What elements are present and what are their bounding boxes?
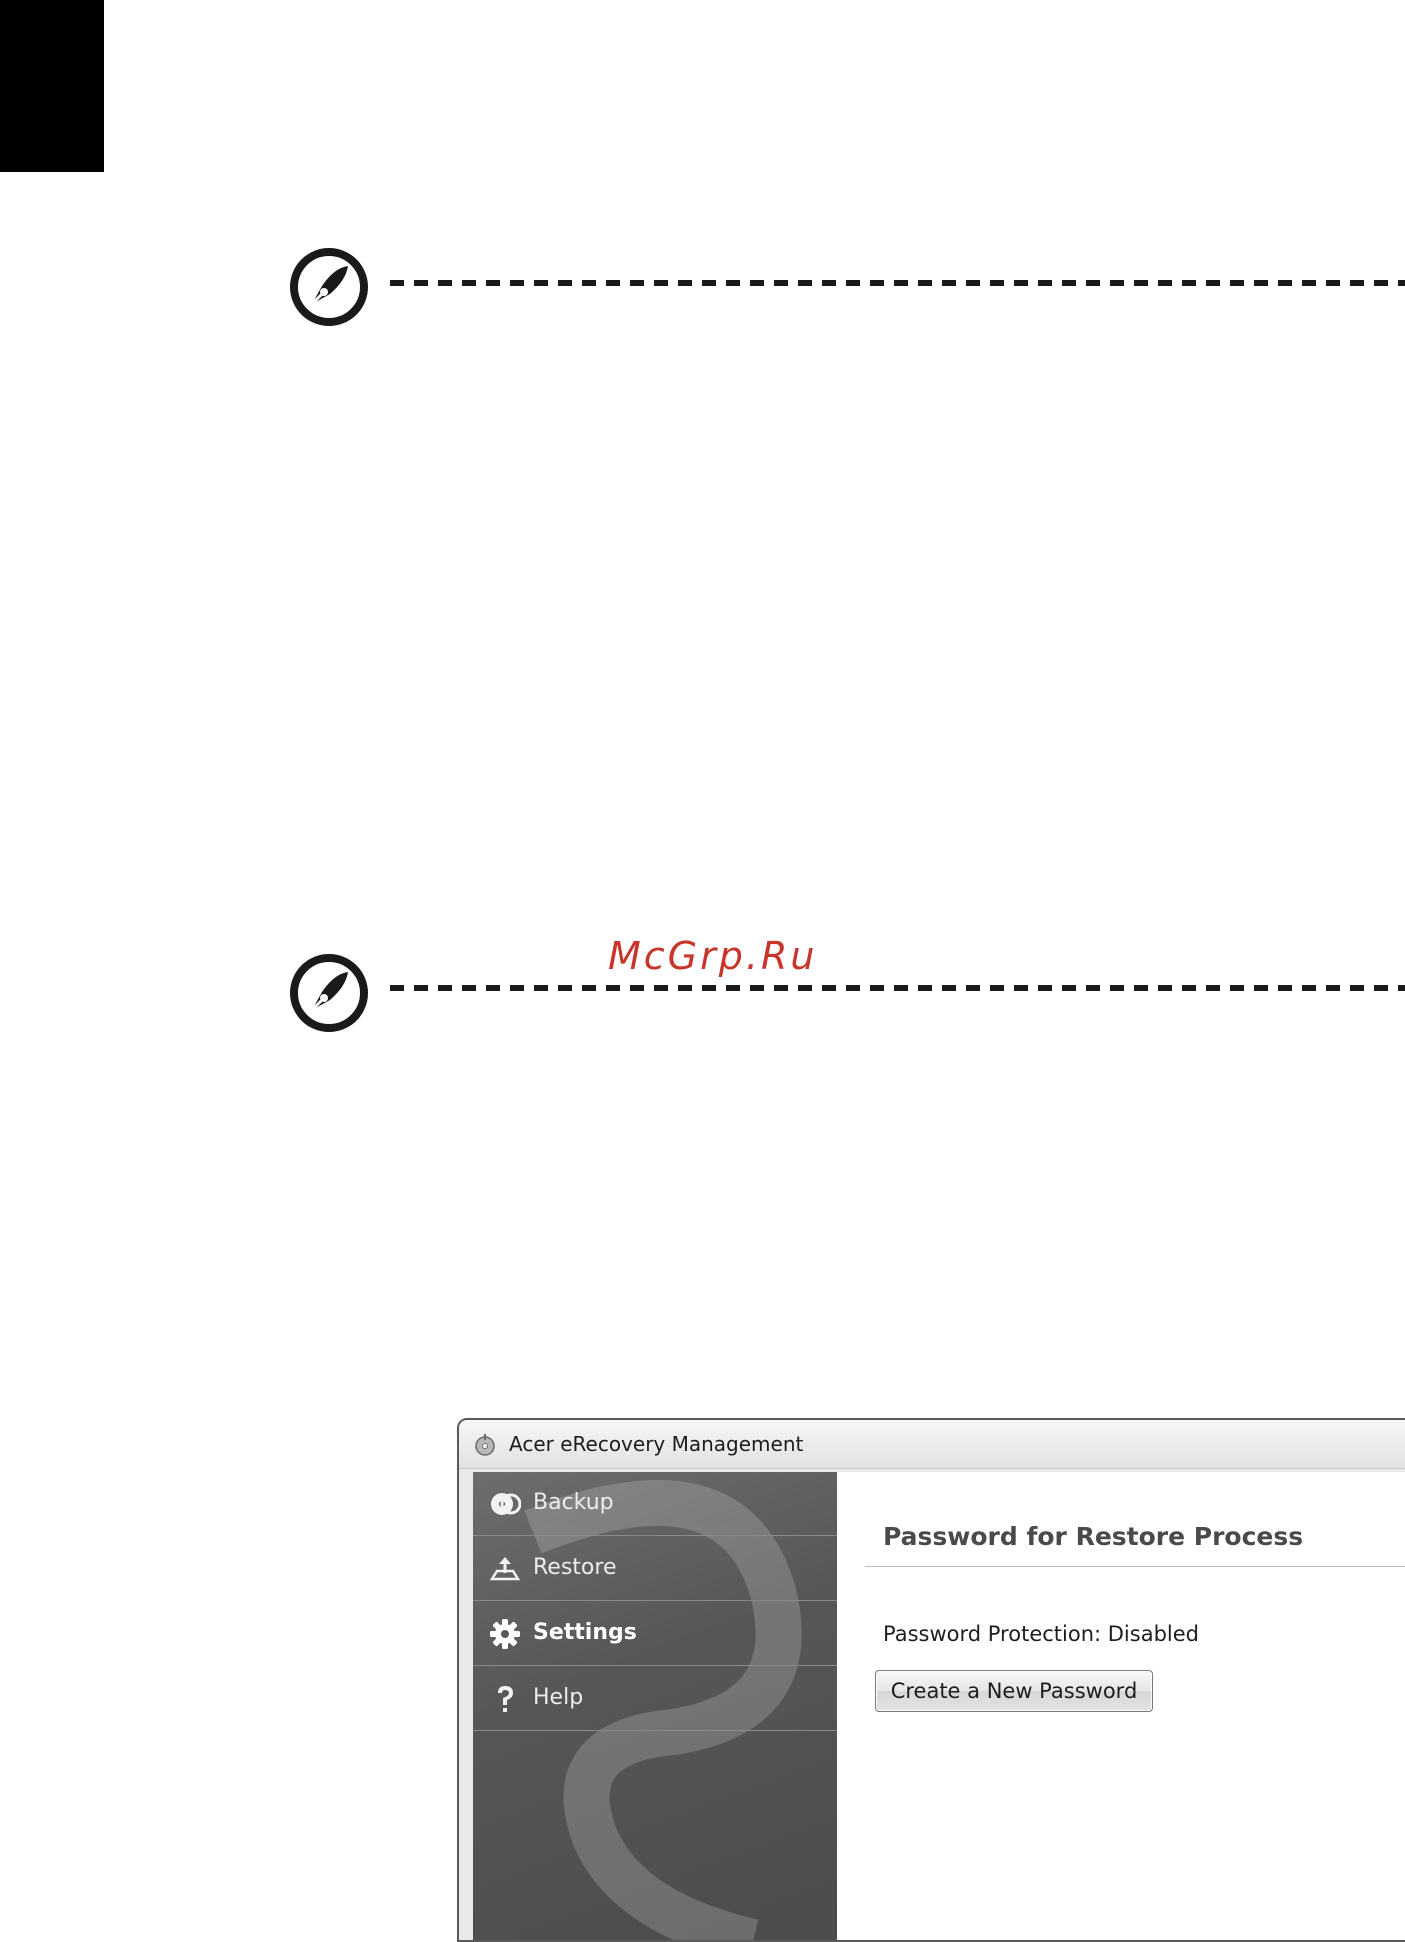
sidebar-item-help[interactable]: Help — [473, 1667, 837, 1731]
note-pen-icon — [288, 952, 370, 1034]
password-status-text: Password Protection: Disabled — [883, 1622, 1199, 1646]
sidebar-item-label: Help — [533, 1685, 584, 1710]
app-disc-icon — [473, 1432, 497, 1456]
erecovery-window: Acer eRecovery Management Backup Restore… — [457, 1418, 1405, 1942]
chapter-tab-marker — [0, 0, 104, 172]
sidebar-item-label: Backup — [533, 1490, 614, 1515]
window-title: Acer eRecovery Management — [509, 1432, 804, 1456]
backup-disc-icon — [489, 1488, 521, 1520]
sidebar-nav: Backup Restore Settings Help — [473, 1472, 837, 1940]
note-divider-rule — [390, 985, 1405, 991]
watermark-text: McGrp.Ru — [608, 934, 818, 978]
create-new-password-button[interactable]: Create a New Password — [875, 1670, 1153, 1712]
question-icon — [489, 1683, 521, 1715]
settings-content-panel: Password for Restore Process Password Pr… — [837, 1472, 1405, 1940]
section-title: Password for Restore Process — [883, 1522, 1304, 1551]
section-divider — [865, 1566, 1405, 1567]
sidebar-item-label: Restore — [533, 1555, 617, 1580]
sidebar-item-backup[interactable]: Backup — [473, 1472, 837, 1536]
restore-icon — [489, 1553, 521, 1585]
sidebar-item-restore[interactable]: Restore — [473, 1537, 837, 1601]
gear-icon — [489, 1618, 521, 1650]
window-titlebar[interactable]: Acer eRecovery Management — [459, 1420, 1405, 1469]
note-divider-rule — [390, 280, 1405, 286]
sidebar-item-settings[interactable]: Settings — [473, 1602, 837, 1666]
sidebar-item-label: Settings — [533, 1620, 637, 1645]
note-pen-icon — [288, 246, 370, 328]
